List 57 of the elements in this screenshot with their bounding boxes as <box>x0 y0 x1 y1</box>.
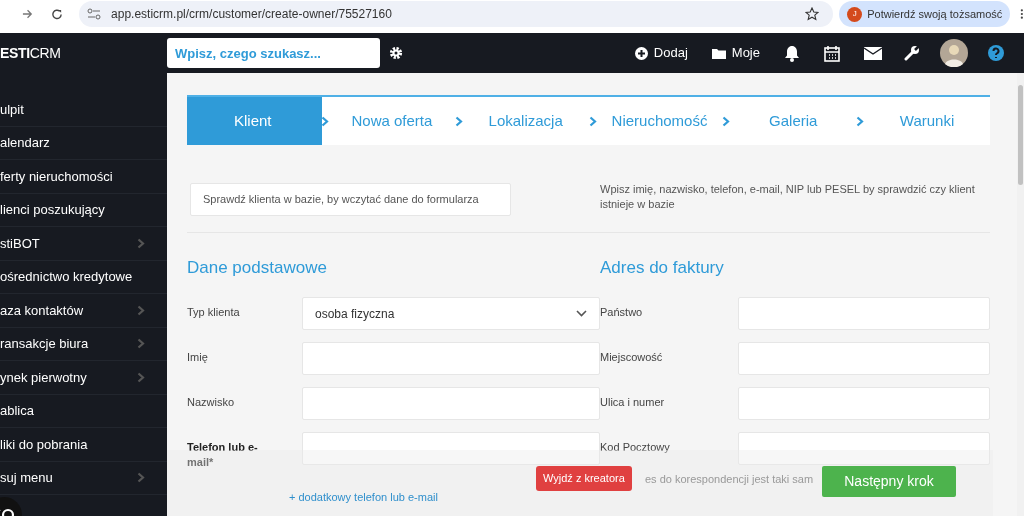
profile-chip[interactable]: J Potwierdź swoją tożsamość <box>839 1 1011 27</box>
chevron-right-icon <box>137 472 145 484</box>
help-icon[interactable] <box>988 45 1004 61</box>
chevron-right-icon <box>722 115 731 127</box>
brand-logo[interactable]: ESTICRM <box>0 42 61 64</box>
chevron-right-icon <box>454 115 463 127</box>
field-label: Kod Pocztowy <box>600 440 671 455</box>
section-title: Dane podstawowe <box>187 257 328 279</box>
profile-avatar: J <box>847 6 863 22</box>
field-label: Ulica i numer <box>600 395 666 410</box>
address-bar[interactable]: app.esticrm.pl/crm/customer/create-owner/75527160 <box>79 1 834 27</box>
settings-icon[interactable] <box>389 46 403 60</box>
chevron-right-icon <box>137 237 145 249</box>
plus-circle-icon <box>634 46 648 60</box>
input-field[interactable] <box>738 387 990 420</box>
field-label: Miejscowość <box>600 350 664 365</box>
mail-icon[interactable] <box>864 46 882 60</box>
nav-link[interactable]: Dodaj <box>634 43 688 63</box>
input-field[interactable] <box>738 432 990 465</box>
chevron-right-icon <box>588 115 597 127</box>
forward-arrow-icon[interactable] <box>22 8 34 20</box>
profile-prompt: Potwierdź swoją tożsamość <box>867 6 1003 22</box>
field-label: Nazwisko <box>187 395 236 410</box>
chevron-right-icon <box>137 338 145 350</box>
exit-wizard-button[interactable]: Wyjdź z kreatora <box>536 466 632 491</box>
input-field[interactable] <box>302 342 600 375</box>
star-icon[interactable] <box>805 7 820 21</box>
input-field[interactable] <box>302 432 600 465</box>
site-info-icon[interactable] <box>87 8 102 20</box>
chevron-right-icon <box>321 115 329 127</box>
lookup-hint: Wpisz imię, nazwisko, telefon, e-mail, NIP lub PESEL by sprawdzić czy klient istnieje w bazie <box>600 182 976 212</box>
search-field[interactable]: Wpisz, czego szukasz... <box>167 38 380 68</box>
section-title: Adres do faktury <box>600 257 725 279</box>
field-label: Telefon lub e-mail* <box>187 440 259 470</box>
wrench-icon[interactable] <box>904 45 920 61</box>
user-avatar[interactable] <box>940 39 968 67</box>
field-label: Państwo <box>600 305 644 320</box>
input-field[interactable] <box>738 297 990 330</box>
chevron-right-icon <box>137 371 145 383</box>
client-lookup-field[interactable]: Sprawdź klienta w bazie, by wczytać dane do formularza <box>190 183 511 216</box>
url-text: app.esticrm.pl/crm/customer/create-owner/75527160 <box>111 6 392 23</box>
calendar-icon[interactable] <box>824 44 840 62</box>
nav-link[interactable]: Moje <box>711 43 760 63</box>
bell-icon[interactable] <box>784 44 800 62</box>
folder-icon <box>711 47 726 59</box>
menu-icon[interactable] <box>1020 8 1024 20</box>
same-address-note: es do korespondencji jest taki sam <box>645 472 814 487</box>
chevron-down-icon <box>576 310 587 317</box>
field-label: Typ klienta <box>187 305 241 320</box>
field-label: Imię <box>187 350 209 365</box>
select-field[interactable]: osoba fizyczna <box>302 297 600 330</box>
chevron-right-icon <box>856 115 865 127</box>
chevron-right-icon <box>137 304 145 316</box>
input-field[interactable] <box>302 387 600 420</box>
input-field[interactable] <box>738 342 990 375</box>
scrollbar-thumb[interactable] <box>1018 85 1023 185</box>
reload-icon[interactable] <box>51 7 64 21</box>
